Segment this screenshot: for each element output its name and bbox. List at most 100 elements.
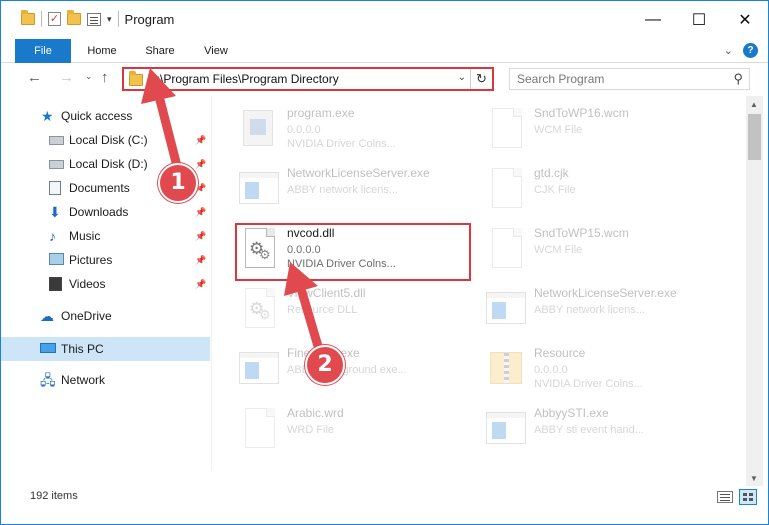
file-item[interactable]: Arabic.wrd WRD File xyxy=(235,400,475,456)
sidebar-item-videos[interactable]: Videos 📌 xyxy=(1,272,210,296)
details-view-icon[interactable] xyxy=(717,491,733,503)
cloud-icon: ☁ xyxy=(40,308,54,324)
pin-icon[interactable]: 📌 xyxy=(195,231,206,242)
quick-access-toolbar: ✓ ▾ Program xyxy=(21,10,174,27)
sidebar-item-pictures[interactable]: Pictures 📌 xyxy=(1,248,210,272)
application-icon xyxy=(482,404,530,452)
navigation-bar: ← → ⌄ ↑ C:\Program Files\Program Directo… xyxy=(1,63,768,95)
file-item[interactable]: program.exe 0.0.0.0 NVIDIA Driver Colns.… xyxy=(235,100,475,156)
address-path[interactable]: C:\Program Files\Program Directory xyxy=(148,72,339,86)
help-icon[interactable]: ? xyxy=(743,43,758,58)
qat-caret-icon[interactable]: ▾ xyxy=(107,14,112,25)
file-item[interactable]: gtd.cjk CJK File xyxy=(482,160,722,216)
file-meta: CJK File xyxy=(534,184,576,196)
document-icon xyxy=(235,404,283,452)
sidebar-item-label: Local Disk (C:) xyxy=(69,133,148,147)
file-item[interactable]: FineExec.exe ABBY background exe... xyxy=(235,340,475,396)
star-icon: ★ xyxy=(41,108,54,124)
download-icon: ⬇ xyxy=(49,204,61,220)
gear-dll-icon: ⚙ ⚙ xyxy=(235,224,283,272)
file-name: AbbyySTI.exe xyxy=(534,406,609,420)
file-name: gtd.cjk xyxy=(534,166,569,180)
file-meta: ABBY network licens... xyxy=(287,184,399,196)
pin-icon[interactable]: 📌 xyxy=(195,279,206,290)
sidebar-item-quick-access[interactable]: ★ Quick access xyxy=(1,104,210,128)
tab-home[interactable]: Home xyxy=(79,39,125,63)
scroll-down-icon[interactable]: ▼ xyxy=(750,474,758,483)
gear-dll-icon: ⚙ ⚙ xyxy=(235,284,283,332)
tab-view[interactable]: View xyxy=(193,39,239,63)
close-button[interactable]: ✕ xyxy=(722,1,768,39)
tiles-view-icon[interactable] xyxy=(739,489,757,505)
properties-check-icon[interactable]: ✓ xyxy=(48,12,61,26)
pin-icon[interactable]: 📌 xyxy=(195,159,206,170)
file-meta: NVIDIA Driver Colns... xyxy=(287,138,396,150)
chevron-down-icon[interactable]: ⌄ xyxy=(724,44,733,57)
document-icon xyxy=(482,224,530,272)
file-item[interactable]: NetworkLicenseServer.exe ABBY network li… xyxy=(235,160,475,216)
file-name: ViewClient5.dll xyxy=(287,286,366,300)
tab-share[interactable]: Share xyxy=(137,39,183,63)
navigation-pane: ★ Quick access Local Disk (C:) 📌 Local D… xyxy=(1,101,210,471)
tab-file[interactable]: File xyxy=(15,39,71,63)
file-name: Arabic.wrd xyxy=(287,406,344,420)
sidebar-item-label: Music xyxy=(69,229,101,243)
folder-icon xyxy=(129,71,143,86)
file-item[interactable]: ⚙ ⚙ ViewClient5.dll Resource DLL xyxy=(235,280,475,336)
refresh-button[interactable]: ↻ xyxy=(470,69,492,89)
sidebar-item-music[interactable]: ♪ Music 📌 xyxy=(1,224,210,248)
sidebar-item-downloads[interactable]: ⬇ Downloads 📌 xyxy=(1,200,210,224)
sidebar-item-label: Pictures xyxy=(69,253,113,267)
disk-icon xyxy=(49,160,64,169)
item-count: 192 items xyxy=(30,490,78,502)
scroll-up-icon[interactable]: ▲ xyxy=(750,100,758,109)
pin-icon[interactable]: 📌 xyxy=(195,207,206,218)
recent-locations-button[interactable]: ⌄ xyxy=(85,71,93,82)
ribbon-tabs: File Home Share View ⌄ ? xyxy=(1,39,768,63)
back-button[interactable]: ← xyxy=(27,69,42,86)
sidebar-item-onedrive[interactable]: ☁ OneDrive xyxy=(1,304,210,328)
scroll-thumb[interactable] xyxy=(748,114,761,160)
file-meta: ABBY sti event hand... xyxy=(534,424,644,436)
address-bar[interactable]: C:\Program Files\Program Directory ⌄ ↻ xyxy=(122,67,494,91)
search-icon[interactable]: ⚲ xyxy=(733,71,743,87)
setup-icon xyxy=(235,104,283,152)
vertical-scrollbar[interactable]: ▲ ▼ xyxy=(746,96,763,486)
search-input[interactable]: Search Program ⚲ xyxy=(509,68,750,90)
forward-button[interactable]: → xyxy=(59,69,74,86)
chevron-down-icon[interactable]: ⌄ xyxy=(458,72,466,83)
sidebar-item-label: Videos xyxy=(69,277,106,291)
minimize-button[interactable]: — xyxy=(630,1,676,39)
new-folder-icon[interactable] xyxy=(67,10,81,25)
pin-icon[interactable]: 📌 xyxy=(195,255,206,266)
file-meta: 0.0.0.0 xyxy=(287,244,321,256)
file-meta: 0.0.0.0 xyxy=(287,124,321,136)
network-icon: 🖧 xyxy=(40,372,56,388)
application-icon xyxy=(482,284,530,332)
sidebar-item-network[interactable]: 🖧 Network xyxy=(1,368,210,392)
file-item[interactable]: SndToWP15.wcm WCM File xyxy=(482,220,722,276)
file-item[interactable]: AbbyySTI.exe ABBY sti event hand... xyxy=(482,400,722,456)
file-name: SndToWP16.wcm xyxy=(534,106,629,120)
file-item[interactable]: Resource 0.0.0.0 NVIDIA Driver Colns... xyxy=(482,340,722,396)
pin-icon[interactable]: 📌 xyxy=(195,135,206,146)
properties-icon[interactable] xyxy=(87,12,101,26)
computer-icon xyxy=(40,343,56,353)
file-item[interactable]: NetworkLicenseServer.exe ABBY network li… xyxy=(482,280,722,336)
archive-icon xyxy=(482,344,530,392)
toolbar-divider xyxy=(117,11,119,27)
sidebar-item-label: This PC xyxy=(61,342,104,356)
file-list: program.exe 0.0.0.0 NVIDIA Driver Colns.… xyxy=(212,96,746,471)
application-icon xyxy=(235,164,283,212)
file-item[interactable]: SndToWP16.wcm WCM File xyxy=(482,100,722,156)
maximize-button[interactable]: ☐ xyxy=(676,1,722,39)
file-name: program.exe xyxy=(287,106,355,120)
file-item-nvcod-dll[interactable]: ⚙ ⚙ nvcod.dll 0.0.0.0 NVIDIA Driver Colns… xyxy=(235,220,475,276)
folder-icon xyxy=(21,10,35,25)
window-controls: — ☐ ✕ xyxy=(630,1,768,39)
up-button[interactable]: ↑ xyxy=(101,69,109,86)
sidebar-item-this-pc[interactable]: This PC xyxy=(1,337,210,361)
toolbar-divider xyxy=(41,11,42,27)
file-meta: WCM File xyxy=(534,244,583,256)
sidebar-item-local-disk-c[interactable]: Local Disk (C:) 📌 xyxy=(1,128,210,152)
